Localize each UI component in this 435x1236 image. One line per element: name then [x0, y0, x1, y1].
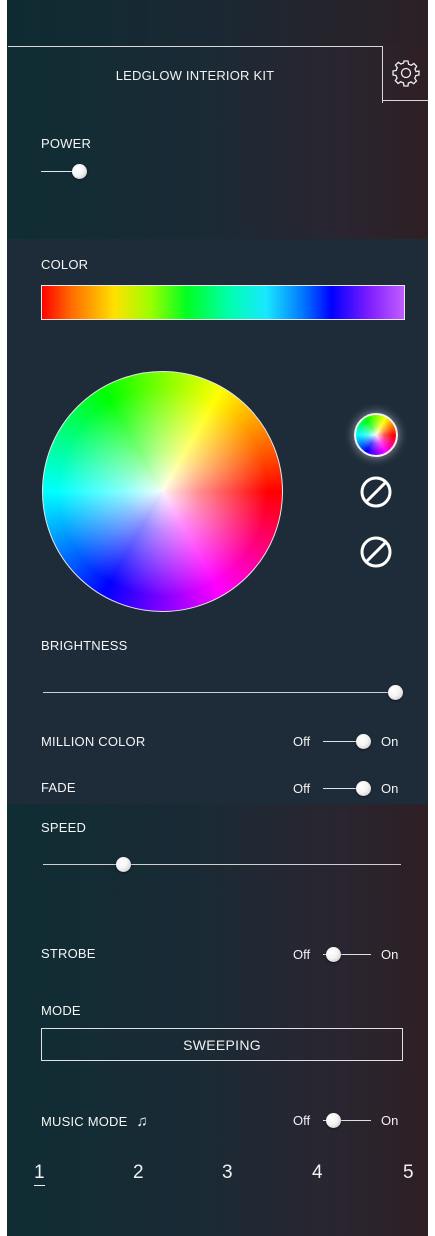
brightness-slider[interactable]: [43, 682, 405, 702]
prohibited-icon: [360, 536, 392, 568]
fade-switch: [323, 778, 371, 798]
prohibited-icon: [360, 476, 392, 508]
power-switch[interactable]: [41, 162, 91, 180]
zone-tab-1[interactable]: 1: [34, 1162, 45, 1186]
fade-knob: [356, 781, 371, 796]
mode-select[interactable]: SWEEPING: [41, 1028, 403, 1061]
zone-tab-4[interactable]: 4: [312, 1162, 323, 1184]
strobe-switch: [323, 944, 371, 964]
top-bar: [7, 0, 428, 46]
music-mode-switch: [323, 1110, 371, 1130]
million-color-off-label: Off: [293, 733, 311, 749]
strobe-label: STROBE: [41, 946, 96, 961]
mode-value: SWEEPING: [183, 1036, 261, 1053]
color-wheel[interactable]: [42, 371, 283, 612]
brightness-track: [43, 692, 395, 693]
strobe-toggle[interactable]: Off On: [293, 944, 398, 964]
million-color-on-label: On: [381, 733, 399, 749]
million-color-label: MILLION COLOR: [41, 734, 146, 749]
music-mode-label: MUSIC MODE: [41, 1114, 128, 1129]
music-note-icon: ♫: [136, 1113, 148, 1130]
zone-tab-3[interactable]: 3: [222, 1162, 233, 1184]
zone-tab-5[interactable]: 5: [403, 1162, 414, 1184]
speed-track: [43, 864, 401, 865]
favorite-color-slot-3[interactable]: [359, 535, 393, 569]
million-color-toggle[interactable]: Off On: [293, 731, 398, 751]
title-tab: LEDGLOW INTERIOR KIT: [8, 46, 383, 103]
music-mode-row-label: MUSIC MODE ♫: [41, 1113, 148, 1130]
fade-label: FADE: [41, 780, 76, 795]
million-color-knob: [356, 734, 371, 749]
music-mode-off-label: Off: [293, 1112, 311, 1128]
speed-slider[interactable]: [43, 854, 405, 874]
fade-toggle[interactable]: Off On: [293, 778, 398, 798]
favorite-color-slot-2[interactable]: [359, 475, 393, 509]
million-color-switch: [323, 731, 371, 751]
power-switch-knob: [72, 164, 87, 179]
fade-off-label: Off: [293, 780, 311, 796]
brightness-knob: [388, 685, 403, 700]
page-title: LEDGLOW INTERIOR KIT: [115, 67, 275, 83]
color-label: COLOR: [41, 257, 89, 272]
mode-label: MODE: [41, 1003, 81, 1018]
brightness-label: BRIGHTNESS: [41, 638, 128, 653]
power-label: POWER: [41, 136, 92, 151]
strobe-on-label: On: [381, 946, 399, 962]
music-mode-on-label: On: [381, 1112, 399, 1128]
speed-label: SPEED: [41, 820, 87, 835]
color-spectrum-bar[interactable]: [41, 285, 405, 320]
gear-icon: [391, 60, 420, 87]
favorite-color-slot-1[interactable]: [354, 413, 398, 457]
strobe-knob: [326, 947, 341, 962]
fade-on-label: On: [381, 780, 399, 796]
settings-button[interactable]: [383, 46, 428, 101]
strobe-off-label: Off: [293, 946, 311, 962]
app-window: LEDGLOW INTERIOR KIT POWER COLOR BRIGHTN…: [7, 0, 428, 1236]
zone-tab-2[interactable]: 2: [133, 1162, 144, 1184]
music-mode-knob: [326, 1113, 341, 1128]
zone-tabs: 1 2 3 4 5: [7, 1162, 428, 1202]
music-mode-toggle[interactable]: Off On: [293, 1110, 398, 1130]
speed-knob: [116, 857, 131, 872]
